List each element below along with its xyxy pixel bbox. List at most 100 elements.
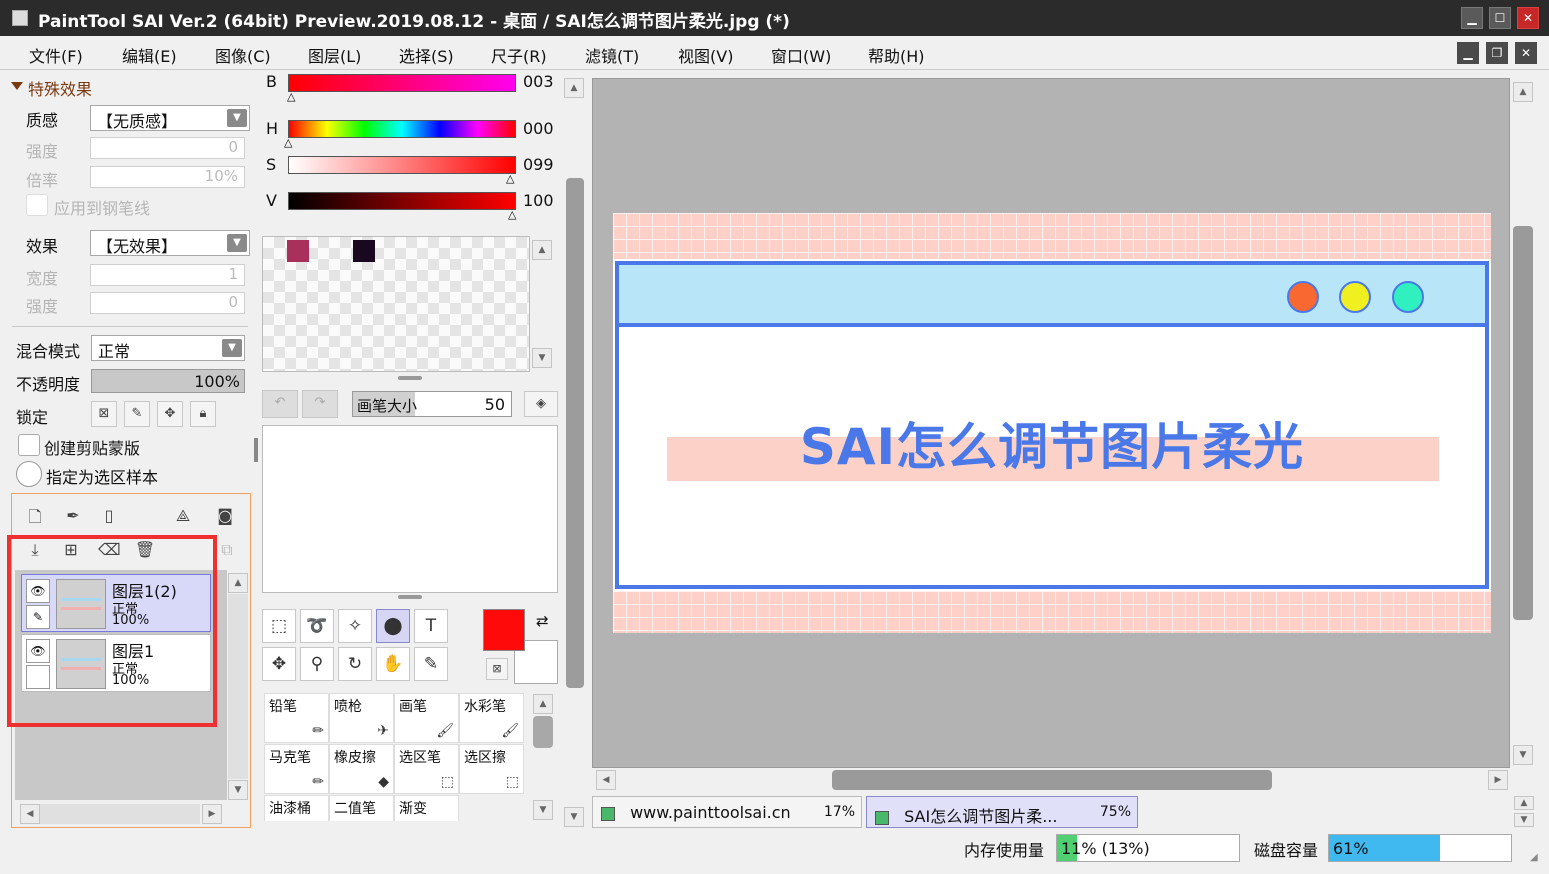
redo-button[interactable]: ↷ [302,390,338,418]
brush-slot[interactable]: 画笔 🖌 [394,693,459,743]
menu-help[interactable]: 帮助(H) [868,43,925,67]
swatch-scroll-up-button[interactable]: ▲ [532,240,552,260]
foreground-color[interactable] [483,609,525,651]
menu-select[interactable]: 选择(S) [399,43,454,67]
text-tool[interactable]: T [414,609,448,643]
v-slider-handle[interactable]: △ [508,208,516,221]
collapse-arrow-icon[interactable] [11,82,23,90]
scale-slider[interactable]: 10% [90,166,245,188]
brush-slot[interactable]: 选区擦 ⬚ [459,744,524,794]
canvas-area[interactable]: SAI怎么调节图片柔光 [592,78,1510,768]
canvas-hscroll-thumb[interactable] [832,770,1272,790]
layer-hscroll-track[interactable] [40,804,200,824]
h-slider-handle[interactable]: △ [284,136,292,149]
layer-scroll-up-button[interactable]: ▲ [228,573,248,593]
canvas-scroll-right-button[interactable]: ▶ [1488,770,1508,790]
magic-wand-tool[interactable]: ✧ [338,609,372,643]
layer-scroll-left-button[interactable]: ◀ [20,804,40,824]
layer-scroll-down-button[interactable]: ▼ [228,780,248,800]
menu-edit[interactable]: 编辑(E) [122,43,177,67]
transfer-icon[interactable]: ⧉ [216,540,238,560]
lasso-tool[interactable]: ➰ [300,609,334,643]
layer-scrollbar-track[interactable] [228,594,248,779]
menu-layer[interactable]: 图层(L) [308,43,361,67]
transparent-color-button[interactable]: ⊠ [486,658,508,680]
layer-effect-icon[interactable]: ⟁ [172,506,194,526]
doc-minimize-button[interactable]: ▁ [1457,42,1479,64]
canvas-scroll-left-button[interactable]: ◀ [596,770,616,790]
zoom-tool[interactable]: ⚲ [300,647,334,681]
b-slider-handle[interactable]: △ [287,90,295,103]
lock-paint-button[interactable]: ✎ [124,401,150,427]
h-slider[interactable] [288,120,516,138]
splitter-grip[interactable] [398,595,422,599]
lock-move-button[interactable]: ✥ [157,401,183,427]
brush-scroll-thumb[interactable] [533,716,553,748]
splitter-grip[interactable] [398,376,422,380]
maximize-button[interactable]: ☐ [1489,7,1511,29]
rotate-tool[interactable]: ↻ [338,647,372,681]
panel-scroll-down-button[interactable]: ▼ [564,807,584,827]
brush-size-slider[interactable]: 画笔大小 50 [352,391,512,417]
panel-scroll-thumb[interactable] [566,178,584,688]
brush-slot[interactable]: 油漆桶 [264,795,329,821]
s-slider[interactable] [288,156,516,174]
opacity-slider[interactable]: 100% [91,369,245,393]
brush-slot[interactable]: 水彩笔 🖌 [459,693,524,743]
apply-pen-checkbox[interactable] [26,194,48,216]
brush-slot[interactable]: 选区笔 ⬚ [394,744,459,794]
brush-slot[interactable]: 喷枪 ✈ [329,693,394,743]
brush-slot[interactable]: 铅笔 ✏ [264,693,329,743]
clip-mask-checkbox[interactable] [18,434,40,456]
tab-current-document[interactable]: SAI怎么调节图片柔... 75% [866,796,1138,828]
close-button[interactable]: ✕ [1517,7,1539,29]
size-preset-button[interactable]: ◈ [524,391,558,417]
brush-slot[interactable]: 马克笔 ✏ [264,744,329,794]
color-swatch[interactable] [287,240,309,262]
strength2-slider[interactable]: 0 [90,292,245,314]
minimize-button[interactable]: ▁ [1461,7,1483,29]
doc-restore-button[interactable]: ❐ [1486,42,1508,64]
lock-transparency-button[interactable]: ⊠ [91,401,117,427]
canvas-scroll-up-button[interactable]: ▲ [1513,82,1533,102]
resize-grip-icon[interactable]: ◢ [1530,852,1538,863]
eyedropper-tool[interactable]: ✎ [414,647,448,681]
move-tool[interactable]: ✥ [262,647,296,681]
menu-filter[interactable]: 滤镜(T) [585,43,639,67]
canvas-scroll-down-button[interactable]: ▼ [1513,745,1533,765]
width-slider[interactable]: 1 [90,264,245,286]
color-swatch[interactable] [353,240,375,262]
menu-view[interactable]: 视图(V) [678,43,733,67]
swap-colors-icon[interactable]: ⇄ [536,612,549,630]
brush-slot[interactable]: 渐变 [394,795,459,821]
brush-scroll-down-button[interactable]: ▼ [533,800,553,820]
selection-sample-radio[interactable] [16,461,42,487]
texture-select[interactable]: 【无质感】 ▼ [90,105,250,131]
select-pen-tool[interactable]: ⬤ [376,609,410,643]
hand-tool[interactable]: ✋ [376,647,410,681]
canvas-vscroll-thumb[interactable] [1513,226,1533,620]
tab-scroll-down-button[interactable]: ▼ [1514,813,1534,827]
brush-slot[interactable]: 二值笔 [329,795,394,821]
strength-slider[interactable]: 0 [90,137,245,159]
tab-scroll-up-button[interactable]: ▲ [1514,796,1534,810]
brush-scroll-up-button[interactable]: ▲ [533,694,553,714]
tab-painttoolsai[interactable]: www.painttoolsai.cn 17% [592,796,862,828]
layer-scroll-right-button[interactable]: ▶ [202,804,222,824]
blend-select[interactable]: 正常 ▼ [91,335,245,361]
layer-mask-icon[interactable]: ◙ [214,506,236,525]
menu-image[interactable]: 图像(C) [215,43,271,67]
new-layer-icon[interactable]: 🗋 [24,506,46,533]
new-folder-icon[interactable]: ▯ [98,506,120,525]
b-slider[interactable] [288,74,516,92]
rect-select-tool[interactable]: ⬚ [262,609,296,643]
new-pen-layer-icon[interactable]: ✒ [62,506,84,525]
doc-close-button[interactable]: ✕ [1515,42,1537,64]
lock-all-button[interactable]: 🔒︎ [190,401,216,427]
menu-ruler[interactable]: 尺子(R) [491,43,547,67]
menu-window[interactable]: 窗口(W) [771,43,831,67]
v-slider[interactable] [288,192,516,210]
menu-file[interactable]: 文件(F) [29,43,83,67]
effect-select[interactable]: 【无效果】 ▼ [90,230,250,256]
document-canvas[interactable]: SAI怎么调节图片柔光 [613,213,1491,633]
